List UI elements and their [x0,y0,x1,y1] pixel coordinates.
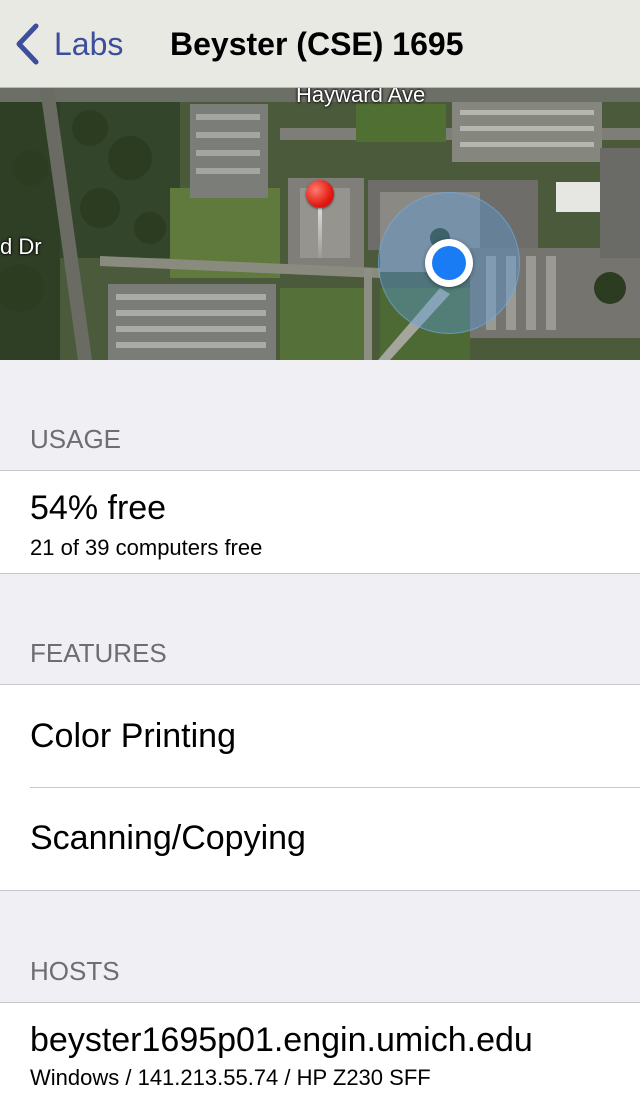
section-header-hosts: HOSTS [30,956,120,986]
street-label-dr: d Dr [0,234,42,259]
map-view[interactable]: Hayward Ave d Dr [0,88,640,360]
host-name: beyster1695p01.engin.umich.edu [30,1021,533,1059]
back-button-label: Labs [54,25,124,62]
section-header-features: FEATURES [30,638,167,668]
feature-color-printing: Color Printing [30,717,236,755]
host-detail: Windows / 141.213.55.74 / HP Z230 SFF [30,1065,431,1090]
host-cell[interactable]: beyster1695p01.engin.umich.edu Windows /… [0,1002,640,1096]
feature-item: Scanning/Copying [0,787,640,891]
feature-item: Color Printing [0,684,640,787]
usage-percent: 54% free [30,489,167,527]
map-pin-icon[interactable] [306,180,334,260]
current-location-icon [425,239,473,287]
section-header-usage: USAGE [30,424,122,454]
back-button[interactable]: Labs [14,22,123,66]
chevron-left-icon [16,23,39,65]
usage-detail: 21 of 39 computers free [30,535,263,560]
feature-scanning-copying: Scanning/Copying [30,819,306,857]
street-label-hayward: Hayward Ave [296,88,426,107]
usage-cell: 54% free 21 of 39 computers free [0,470,640,574]
page-title: Beyster (CSE) 1695 [170,25,464,62]
navigation-bar: Labs Beyster (CSE) 1695 [0,0,640,88]
